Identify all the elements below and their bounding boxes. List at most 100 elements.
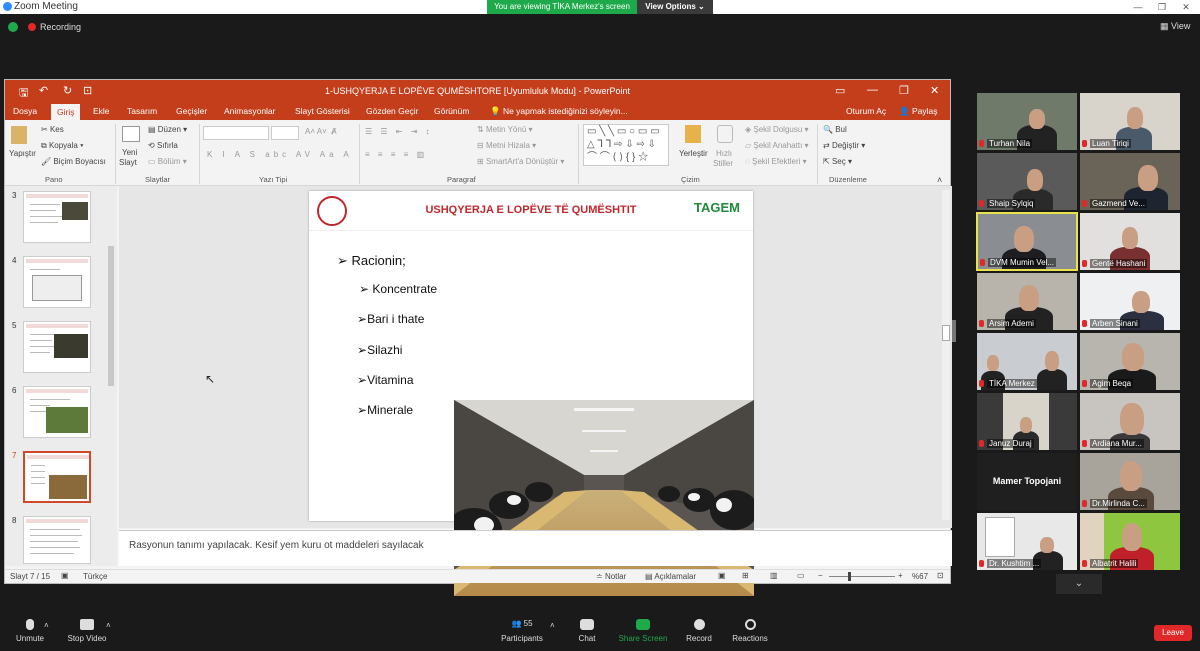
participant-tile[interactable]: Turhan Nila [977,93,1077,150]
smartart-button[interactable]: ⊞ SmartArt'a Dönüştür ▾ [477,157,564,166]
quick-styles-icon[interactable] [717,125,733,143]
spell-check-icon[interactable]: ▣ [61,571,69,580]
arrange-icon[interactable] [685,125,701,143]
language-indicator[interactable]: Türkçe [83,572,107,581]
participant-tile[interactable]: Dr. Kushtim ... [977,513,1077,570]
share-screen-button[interactable]: Share Screen [618,619,668,643]
leave-button[interactable]: Leave [1154,625,1192,641]
font-size-input[interactable] [271,126,299,140]
layout-button[interactable]: ▤ Düzen ▾ [148,125,187,134]
zoom-slider[interactable] [829,576,895,577]
thumbnails-scrollbar[interactable] [108,246,114,386]
zoom-in-icon[interactable]: + [898,571,903,580]
slide-scrollbar[interactable] [942,190,950,520]
zoom-level[interactable]: %67 [912,572,928,581]
comments-toggle[interactable]: ▤ Açıklamalar [645,572,696,581]
ppt-close-icon[interactable]: ✕ [930,84,939,97]
zoom-slider-handle[interactable] [848,572,851,581]
font-format-buttons[interactable]: K I A S abc AV Aa A [207,150,353,159]
quick-styles-button[interactable]: Hızlı [716,149,732,158]
gallery-resize-handle[interactable] [952,320,956,342]
tab-design[interactable]: Tasarım [127,106,157,116]
shape-effects-button[interactable]: ◌ Şekil Efektleri ▾ [745,157,807,166]
participant-tile-no-video[interactable]: Mamer Topojani [977,453,1077,510]
slide-thumbnail-7[interactable] [23,451,91,503]
replace-button[interactable]: ⇄ Değiştir ▾ [823,141,865,150]
view-button[interactable]: ▦ View [1160,21,1190,32]
tab-review[interactable]: Gözden Geçir [366,106,418,116]
slide-thumbnail-5[interactable] [23,321,91,373]
slide-thumbnail-8[interactable] [23,516,91,564]
paste-button[interactable]: Yapıştır [9,149,36,158]
participant-tile[interactable]: Shaip Sylqiq [977,153,1077,210]
tab-file[interactable]: Dosya [13,106,37,116]
participant-tile[interactable]: Luan Tiriqi [1080,93,1180,150]
share-button[interactable]: 👤 Paylaş [899,106,937,117]
copy-button[interactable]: ⧉ Kopyala ▾ [41,141,83,151]
section-button[interactable]: ▭ Bölüm ▾ [148,157,187,166]
font-name-input[interactable] [203,126,269,140]
participant-tile[interactable]: Agim Beqa [1080,333,1180,390]
fit-slide-icon[interactable]: ⊡ [937,571,944,580]
paste-icon[interactable] [11,126,27,144]
new-slide-button[interactable]: Yeni [122,148,137,157]
sign-in-link[interactable]: Oturum Aç [846,106,886,116]
participant-tile-active-speaker[interactable]: DVM Mumin Vel... [976,212,1078,271]
reset-button[interactable]: ⟲ Sıfırla [148,141,178,150]
ribbon-display-icon[interactable]: ▭ [835,84,845,97]
list-buttons[interactable]: ☰ ☰ ⇤ ⇥ ↕ [365,127,433,136]
arrange-button[interactable]: Yerleştir [679,149,708,158]
tab-animations[interactable]: Animasyonlar [224,106,276,116]
tab-slideshow[interactable]: Slayt Gösterisi [295,106,350,116]
slide-scrollbar-thumb[interactable] [942,325,950,341]
normal-view-icon[interactable]: ▣ [718,571,726,580]
shapes-gallery[interactable]: ▭ ╲ ╲ ▭ ○ ▭ ▭ △ ⅂ ⅂ ⇨ ⇩ ⇨ ⇩ ⌒ ⌒ ⟨ ⟩ { } ☆ [583,124,669,166]
shape-outline-button[interactable]: ▱ Şekil Anahattı ▾ [745,141,809,150]
tab-view[interactable]: Görünüm [434,106,469,116]
participant-tile[interactable]: Ardiana Mur... [1080,393,1180,450]
slide-sorter-icon[interactable]: ⊞ [742,571,749,580]
cut-button[interactable]: ✂ Kes [41,125,64,134]
chat-button[interactable]: Chat [574,619,600,643]
format-painter-button[interactable]: 🖌 Biçim Boyacısı [41,157,106,166]
slide-thumbnail-3[interactable] [23,191,91,243]
unmute-button[interactable]: Unmute [12,619,48,643]
ppt-restore-icon[interactable]: ❐ [899,84,909,97]
tab-home[interactable]: Giriş [51,104,81,120]
slideshow-view-icon[interactable]: ▭ [797,571,805,580]
slide-thumbnail-4[interactable] [23,256,91,308]
maximize-icon[interactable]: ❐ [1150,0,1174,14]
new-slide-icon[interactable] [122,126,140,142]
text-direction-button[interactable]: ⇅ Metin Yönü ▾ [477,125,533,134]
slide-thumbnail-6[interactable] [23,386,91,438]
video-options-chevron-icon[interactable]: ˄ [106,621,111,630]
tab-transitions[interactable]: Geçişler [176,106,207,116]
reactions-button[interactable]: Reactions [730,619,770,643]
ppt-minimize-icon[interactable]: — [867,84,878,96]
security-shield-icon[interactable] [8,22,18,32]
close-icon[interactable]: ✕ [1174,0,1198,14]
speaker-notes[interactable]: Rasyonun tanımı yapılacak. Kesif yem kur… [119,530,952,566]
audio-options-chevron-icon[interactable]: ˄ [44,621,49,630]
find-button[interactable]: 🔍 Bul [823,125,847,134]
tab-insert[interactable]: Ekle [93,106,110,116]
participant-tile[interactable]: TİKA Merkez [977,333,1077,390]
new-slide-button-line2[interactable]: Slayt [119,158,137,167]
participants-button[interactable]: 👥 55 Participants [500,619,544,643]
tell-me-search[interactable]: 💡 Ne yapmak istediğinizi söyleyin... [490,106,628,117]
participant-tile[interactable]: Dr.Mirlinda C... [1080,453,1180,510]
align-buttons[interactable]: ≡ ≡ ≡ ≡ ▥ [365,150,427,159]
notes-toggle[interactable]: ≐ Notlar [596,572,626,581]
participant-tile[interactable]: Albatrit Halili [1080,513,1180,570]
gallery-next-page-icon[interactable]: ⌄ [1056,574,1102,594]
zoom-out-icon[interactable]: − [818,571,823,580]
participant-tile[interactable]: Arben Sinani [1080,273,1180,330]
font-size-buttons[interactable]: A˄ A˅ Ⱥ [305,127,337,136]
collapse-ribbon-icon[interactable]: ˄ [937,175,942,185]
participant-tile[interactable]: Arsim Ademi [977,273,1077,330]
record-button[interactable]: Record [684,619,714,643]
minimize-icon[interactable]: — [1126,0,1150,14]
quick-styles-button-line2[interactable]: Stiller [713,159,733,168]
view-options-button[interactable]: View Options ⌄ [637,0,713,14]
participant-tile[interactable]: Gentë Hashani [1080,213,1180,270]
